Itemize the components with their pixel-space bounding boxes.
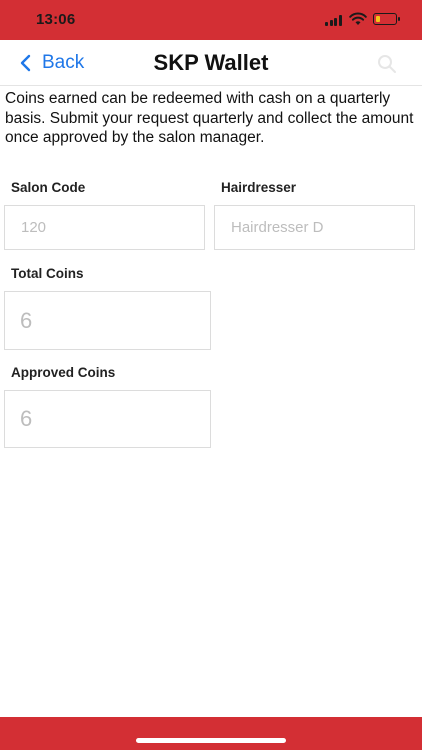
approved-coins-label: Approved Coins — [11, 365, 116, 380]
home-indicator[interactable] — [136, 738, 286, 743]
salon-code-label: Salon Code — [11, 180, 86, 195]
status-bar: 13:06 — [0, 0, 422, 40]
hairdresser-value: Hairdresser D — [231, 219, 324, 236]
status-time: 13:06 — [36, 11, 76, 28]
salon-code-value: 120 — [21, 219, 47, 236]
battery-low-icon — [373, 13, 400, 25]
signal-icon — [325, 14, 343, 26]
total-coins-label: Total Coins — [11, 266, 84, 281]
nav-bar: SKP Wallet Back — [0, 40, 422, 86]
back-label: Back — [42, 52, 85, 73]
salon-code-field[interactable]: 120 — [4, 205, 205, 250]
search-icon[interactable] — [377, 54, 397, 74]
redemption-info-text: Coins earned can be redeemed with cash o… — [5, 90, 414, 146]
approved-coins-field[interactable]: 6 — [4, 390, 211, 448]
approved-coins-value: 6 — [20, 406, 33, 431]
total-coins-field[interactable]: 6 — [4, 291, 211, 350]
hairdresser-label: Hairdresser — [221, 180, 297, 195]
wifi-icon — [349, 12, 367, 25]
total-coins-value: 6 — [20, 307, 33, 333]
back-button[interactable]: Back — [16, 50, 84, 76]
bottom-bar — [0, 717, 422, 750]
hairdresser-field[interactable]: Hairdresser D — [214, 205, 415, 250]
chevron-left-icon — [20, 54, 31, 72]
